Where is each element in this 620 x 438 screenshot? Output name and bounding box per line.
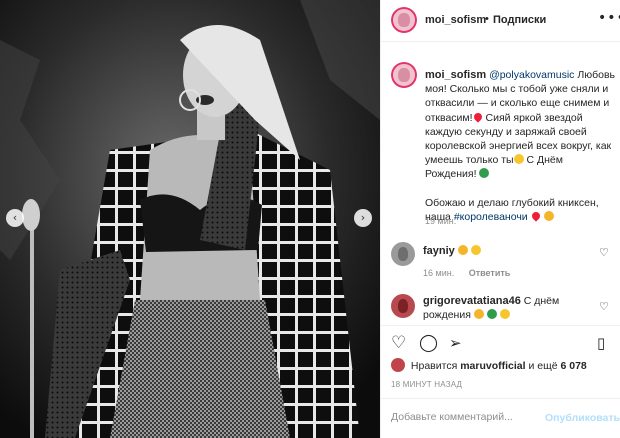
publish-button[interactable]: Опубликовать	[545, 412, 620, 424]
comment-time: 16 мин.	[423, 268, 455, 278]
post-timestamp: 18 МИНУТ НАЗАД	[391, 380, 463, 389]
caption-mention[interactable]: @polyakovamusic	[489, 69, 574, 81]
caption-time: 19 мин.	[425, 216, 457, 226]
smiling-emoji-icon	[470, 245, 481, 255]
comment-avatar[interactable]	[391, 242, 415, 266]
photo-illustration	[0, 0, 380, 438]
liker-avatar[interactable]	[391, 358, 405, 372]
comment-text: fayniy	[423, 244, 593, 258]
previous-photo-button[interactable]: ‹	[6, 209, 24, 227]
more-horizontal-icon[interactable]: •••	[598, 10, 620, 26]
author-username[interactable]: moi_sofism	[425, 14, 486, 26]
comment-username[interactable]: grigorevatatiana46	[423, 295, 521, 307]
post-sidebar: moi_sofism • Подписки ••• moi_sofism @po…	[380, 0, 620, 438]
comment-icon[interactable]: ◯	[419, 334, 438, 352]
red-heart-emoji-icon	[529, 210, 542, 222]
heart-icon[interactable]: ♡	[391, 334, 406, 352]
reply-button[interactable]: Ответить	[469, 268, 511, 278]
post-photo[interactable]: ‹ ›	[0, 0, 380, 438]
next-photo-button[interactable]: ›	[354, 209, 372, 227]
sunglasses-emoji-icon	[479, 168, 490, 179]
comment-text: grigorevatatiana46 С днём рождения	[423, 294, 593, 322]
action-bar: ♡ ◯ ➢ ▯	[381, 325, 620, 355]
red-heart-emoji-icon	[471, 110, 484, 123]
fire-emoji-icon	[457, 245, 468, 255]
post-header: moi_sofism • Подписки •••	[381, 0, 620, 42]
raised-hands-emoji-icon	[499, 309, 510, 319]
separator-dot: •	[485, 13, 489, 25]
smiling-emoji-icon	[513, 154, 524, 165]
following-button[interactable]: Подписки	[493, 14, 546, 26]
comment-meta: 16 мин. Ответить	[423, 268, 522, 278]
caption-username[interactable]: moi_sofism	[425, 69, 486, 81]
likes-suffix: и ещё	[528, 360, 558, 372]
bottle-emoji-icon	[486, 309, 497, 319]
comment-avatar[interactable]	[391, 294, 415, 318]
laughing-emoji-icon	[543, 211, 554, 222]
add-comment-bar: Опубликовать	[381, 398, 620, 438]
comment-input[interactable]	[391, 411, 541, 423]
likes-summary: Нравится maruvofficial и ещё 6 078	[391, 358, 587, 372]
author-avatar[interactable]	[391, 7, 417, 33]
comment-like-icon[interactable]: ♡	[599, 300, 609, 313]
send-icon[interactable]: ➢	[449, 334, 462, 352]
caption-avatar[interactable]	[391, 62, 417, 88]
liker-username[interactable]: maruvofficial	[460, 360, 525, 372]
comment-username[interactable]: fayniy	[423, 245, 455, 257]
caption-text: moi_sofism @polyakovamusic Любовь моя! С…	[425, 68, 615, 224]
likes-prefix: Нравится	[410, 360, 458, 372]
cake-emoji-icon	[473, 309, 484, 319]
comment-like-icon[interactable]: ♡	[599, 246, 609, 259]
bookmark-icon[interactable]: ▯	[597, 334, 605, 352]
caption-hashtag[interactable]: #королеваночи	[454, 211, 528, 223]
likes-count[interactable]: 6 078	[561, 360, 587, 372]
